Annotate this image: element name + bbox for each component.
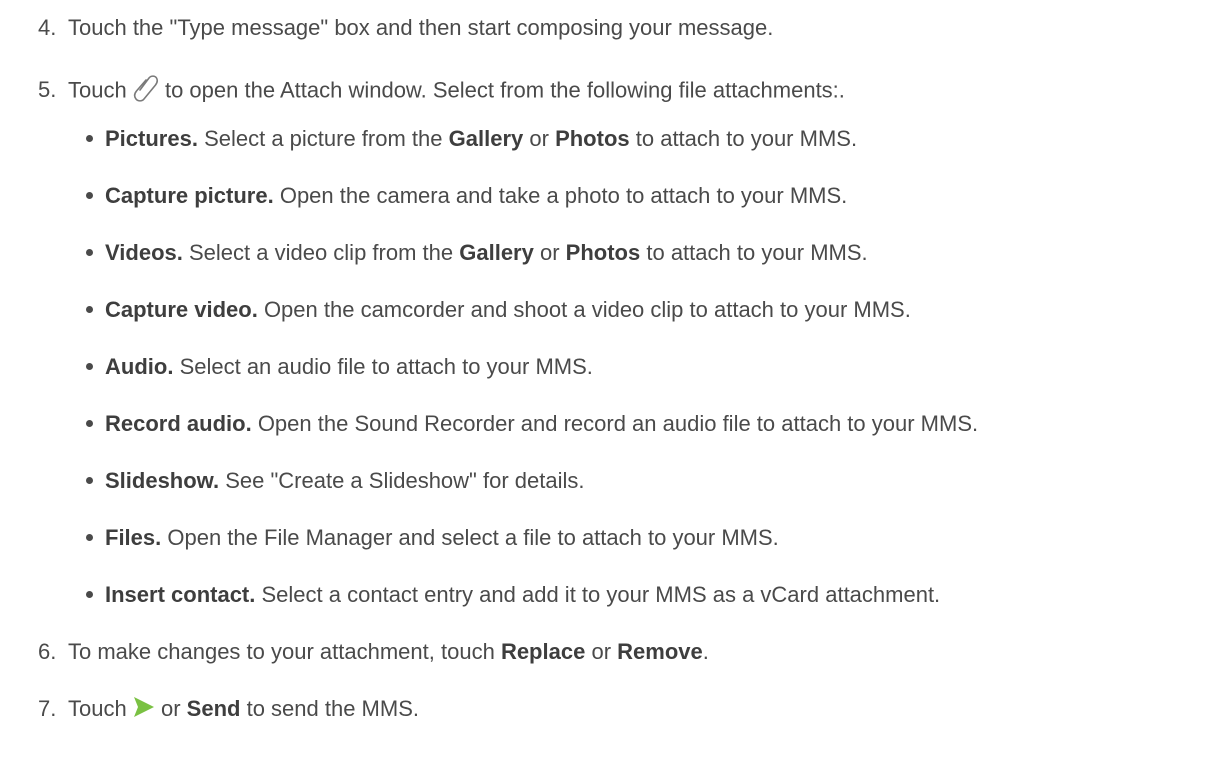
bullet-dot xyxy=(86,306,93,313)
step-text: Touch the "Type message" box and then st… xyxy=(68,15,774,40)
item-term: Capture video. xyxy=(105,297,258,322)
item-bold: Photos xyxy=(555,126,630,151)
bullet-dot xyxy=(86,249,93,256)
step-text: or xyxy=(160,696,181,721)
item-text: Open the File Manager and select a file … xyxy=(167,525,779,550)
step-text: Touch xyxy=(68,77,127,103)
send-arrow-icon xyxy=(133,696,155,725)
item-bold: Gallery xyxy=(459,240,534,265)
list-item: Insert contact. Select a contact entry a… xyxy=(105,581,940,609)
item-text: to attach to your MMS. xyxy=(635,126,858,151)
list-item: Record audio. Open the Sound Recorder an… xyxy=(105,410,978,438)
step-bold: Replace xyxy=(500,639,586,664)
list-item: Slideshow. See "Create a Slideshow" for … xyxy=(105,467,584,495)
item-text: Select an audio file to attach to your M… xyxy=(179,354,593,379)
step-6: 6. To make changes to your attachment, to… xyxy=(38,638,709,666)
item-bold: Photos xyxy=(565,240,641,265)
list-item: Pictures. Select a picture from the Gall… xyxy=(105,125,857,153)
step-text: Touch xyxy=(68,696,127,721)
step-text: to open the Attach window. Select from t… xyxy=(164,77,845,103)
bullet-dot xyxy=(86,420,93,427)
item-term: Pictures. xyxy=(105,126,198,151)
list-item: Files. Open the File Manager and select … xyxy=(105,524,779,552)
list-item: Videos. Select a video clip from the Gal… xyxy=(105,239,868,267)
item-text: or xyxy=(529,126,549,151)
item-text: Open the Sound Recorder and record an au… xyxy=(257,411,979,436)
item-text: Select a contact entry and add it to you… xyxy=(261,582,941,607)
bullet-dot xyxy=(86,363,93,370)
item-bold: Gallery xyxy=(448,126,524,151)
bullet-dot xyxy=(86,135,93,142)
step-number: 6. xyxy=(38,639,57,664)
step-4: 4. Touch the "Type message" box and then … xyxy=(38,14,773,42)
item-term: Record audio. xyxy=(105,411,252,436)
step-number: 5. xyxy=(38,77,57,103)
step-text: to send the MMS. xyxy=(246,696,419,721)
step-text: or xyxy=(591,639,612,664)
step-number: 7. xyxy=(38,696,57,721)
bullet-dot xyxy=(86,477,93,484)
item-term: Capture picture. xyxy=(105,183,274,208)
item-text: Open the camera and take a photo to atta… xyxy=(279,183,848,208)
item-text: or xyxy=(539,240,560,265)
item-text: Select a picture from the xyxy=(204,126,443,151)
paperclip-icon xyxy=(133,73,159,110)
item-text: Select a video clip from the xyxy=(188,240,454,265)
item-text: Open the camcorder and shoot a video cli… xyxy=(263,297,911,322)
bullet-dot xyxy=(86,192,93,199)
item-term: Slideshow. xyxy=(105,468,220,493)
step-text: . xyxy=(702,639,709,664)
step-bold: Send xyxy=(186,696,241,721)
step-7: 7. Touch or Send to send the MMS. xyxy=(38,695,419,725)
item-text: to attach to your MMS. xyxy=(646,240,868,265)
list-item: Audio. Select an audio file to attach to… xyxy=(105,353,593,381)
list-item: Capture picture. Open the camera and tak… xyxy=(105,182,847,210)
step-5: 5. Touch to open the Attach window. Selec… xyxy=(38,73,845,110)
item-text: See "Create a Slideshow" for details. xyxy=(225,468,585,493)
item-term: Audio. xyxy=(105,354,174,379)
step-text: To make changes to your attachment, touc… xyxy=(68,639,495,664)
item-term: Files. xyxy=(105,525,162,550)
step-bold: Remove xyxy=(617,639,703,664)
step-number: 4. xyxy=(38,15,57,40)
item-term: Insert contact. xyxy=(105,582,256,607)
list-item: Capture video. Open the camcorder and sh… xyxy=(105,296,911,324)
bullet-dot xyxy=(86,534,93,541)
item-term: Videos. xyxy=(105,240,183,265)
bullet-dot xyxy=(86,591,93,598)
